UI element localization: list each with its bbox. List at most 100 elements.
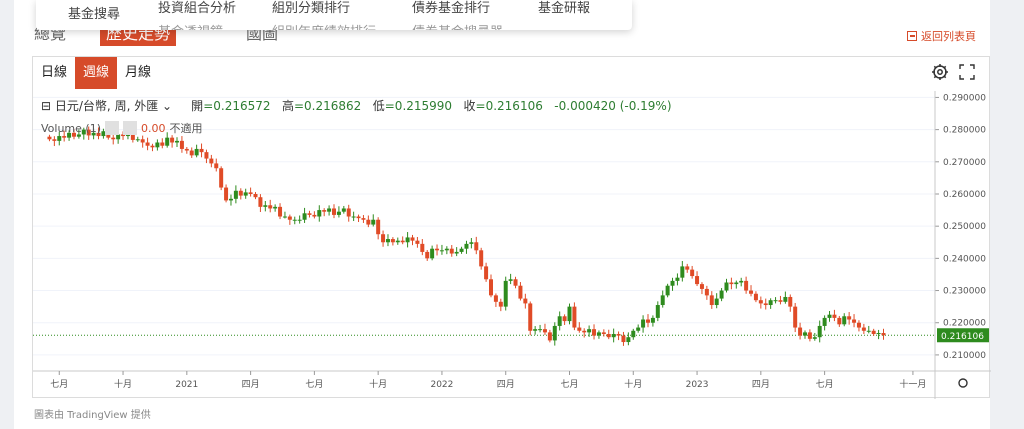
candle-body <box>606 333 611 338</box>
candle-body <box>464 243 469 249</box>
candle-body <box>773 300 778 302</box>
candle-body <box>327 208 332 212</box>
axis-settings-icon[interactable] <box>958 378 968 388</box>
menu-item-fund-research[interactable]: 基金研報 <box>538 0 590 16</box>
candle-body <box>719 290 724 299</box>
candle-body <box>778 300 783 302</box>
x-tick-label: 七月 <box>816 379 834 390</box>
candle-body <box>852 319 857 323</box>
candle-body <box>562 316 567 322</box>
settings-gear-icon[interactable] <box>931 63 949 81</box>
candle-body <box>729 282 734 285</box>
candle-body <box>484 266 489 280</box>
menu-item-group-ranking[interactable]: 組別分類排行 <box>272 0 350 16</box>
candle-body <box>395 240 400 243</box>
x-tick-label: 十一月 <box>899 378 926 390</box>
candle-body <box>503 280 508 307</box>
menu-item-fund-lens[interactable]: 基金透視鏡 <box>158 21 223 30</box>
legend-collapse-icon[interactable]: ⊟ <box>41 99 51 113</box>
candle-body <box>287 216 292 220</box>
y-tick-label: 0.290000 <box>943 93 986 103</box>
candle-body <box>184 148 189 151</box>
candle-body <box>214 163 219 169</box>
candle-body <box>444 248 449 251</box>
candle-body <box>322 210 327 212</box>
candle-body <box>430 248 435 259</box>
candle-body <box>410 237 415 241</box>
candle-body <box>528 303 533 331</box>
high-value: =0.216862 <box>293 99 362 113</box>
candle-body <box>871 330 876 334</box>
volume-settings-icon[interactable] <box>105 121 119 135</box>
candle-body <box>385 239 390 243</box>
volume-close-icon[interactable] <box>123 121 137 135</box>
back-to-list-label: 返回列表頁 <box>921 30 976 43</box>
candle-body <box>498 301 503 307</box>
candle-body <box>435 248 440 251</box>
candle-body <box>827 314 832 318</box>
menu-item-portfolio-analysis[interactable]: 投資組合分析 <box>158 0 236 16</box>
candle-body <box>523 298 528 304</box>
candle-body <box>135 139 140 141</box>
menu-item-annual-ranking[interactable]: 組別年度績效排行 <box>272 21 376 30</box>
candle-body <box>626 337 631 343</box>
candle-body <box>807 332 812 339</box>
volume-name[interactable]: Volume (1) <box>41 122 101 135</box>
candle-body <box>704 288 709 296</box>
period-tab-monthly[interactable]: 月線 <box>117 57 159 89</box>
high-label: 高 <box>281 99 294 113</box>
candle-body <box>670 280 675 286</box>
back-to-list-link[interactable]: 返回列表頁 <box>907 28 976 44</box>
candle-body <box>111 137 116 140</box>
menu-item-bond-ranking[interactable]: 債券基金排行 <box>412 0 490 16</box>
candle-body <box>802 332 807 336</box>
candle-body <box>739 280 744 283</box>
candle-body <box>596 332 601 336</box>
x-tick-label: 七月 <box>305 379 323 390</box>
candle-body <box>592 329 597 336</box>
candle-body <box>278 206 283 217</box>
candle-body <box>282 216 287 218</box>
x-tick-label: 七月 <box>50 379 68 390</box>
candle-body <box>798 327 803 336</box>
candle-body <box>474 242 479 251</box>
candle-body <box>611 333 616 338</box>
low-label: 低 <box>372 99 385 113</box>
x-tick-label: 十月 <box>369 378 387 390</box>
open-label: 開 <box>191 99 204 113</box>
candle-body <box>312 214 317 217</box>
legend-symbol[interactable]: 日元/台幣, 周, 外匯 <box>55 99 158 113</box>
candle-body <box>400 240 405 243</box>
open-value: =0.216572 <box>203 99 271 113</box>
candle-body <box>538 329 543 331</box>
fullscreen-icon[interactable] <box>959 64 975 80</box>
candle-body <box>616 333 621 336</box>
candle-body <box>469 242 474 244</box>
menu-item-fund-search[interactable]: 基金搜尋 <box>68 3 120 22</box>
page-content: 總覽 歷史走勢 國圖 返回列表頁 0.290000 0.280000 0.27000… <box>14 0 991 429</box>
candle-body <box>749 290 754 294</box>
candle-body <box>856 322 861 328</box>
y-tick-label: 0.220000 <box>943 319 986 329</box>
candle-body <box>145 142 150 146</box>
legend-chevron-down-icon[interactable]: ⌄ <box>162 99 172 113</box>
ohlc-legend: ⊟ 日元/台幣, 周, 外匯 ⌄ 開=0.216572 高=0.216862 低… <box>41 97 672 114</box>
volume-note: 不適用 <box>169 122 203 135</box>
candle-body <box>881 333 886 336</box>
candle-body <box>194 148 199 156</box>
menu-item-bond-screener[interactable]: 債券基金搜尋器 <box>412 21 503 30</box>
x-tick-label: 四月 <box>242 379 260 390</box>
candle-body <box>273 206 278 209</box>
candle-body <box>454 251 459 254</box>
candle-body <box>253 193 258 198</box>
candle-body <box>542 329 547 333</box>
chart-attribution: 圖表由 TradingView 提供 <box>34 410 151 421</box>
change-value: -0.000420 (-0.19%) <box>554 99 672 113</box>
y-tick-label: 0.250000 <box>943 222 986 232</box>
candle-body <box>601 332 606 334</box>
period-tab-daily[interactable]: 日線 <box>33 57 75 89</box>
candle-body <box>307 213 312 215</box>
period-tab-weekly[interactable]: 週線 <box>75 57 118 89</box>
candle-body <box>493 295 498 302</box>
candle-body <box>533 329 538 331</box>
